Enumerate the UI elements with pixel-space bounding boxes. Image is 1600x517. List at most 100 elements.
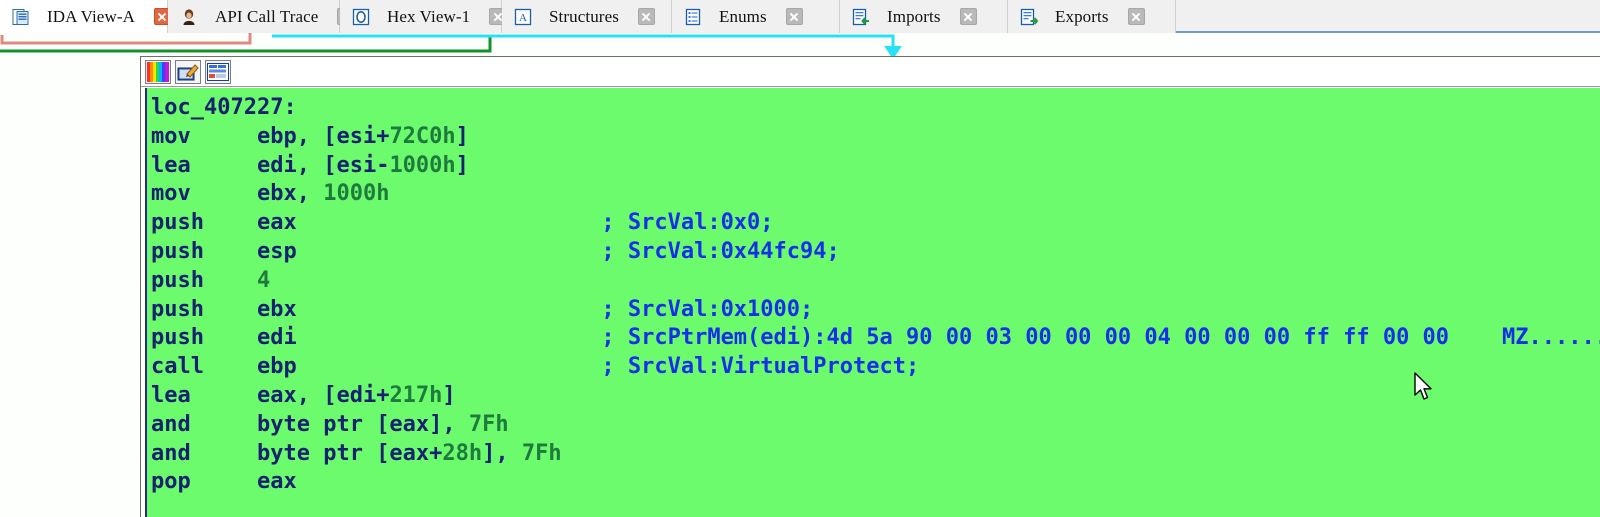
operand-suffix: ] [455,152,469,178]
operand-suffix: ] [455,123,469,149]
tab-label: Imports [887,6,941,26]
disassembly-node[interactable]: loc_407227: mov ebp, [esi+72C0h] lea edi, … [140,56,1600,517]
enums-icon [684,8,702,26]
node-toolbar [141,57,1600,87]
tab-ida-view-a[interactable]: IDA View-A [0,0,171,33]
code-instruction-line[interactable]: mov ebp, [esi+72C0h] [147,123,1600,152]
mnemonic: mov [151,123,191,149]
tab-label: Structures [549,6,619,26]
code-instruction-line[interactable]: push esp ; SrcVal:0x44fc94; [147,238,1600,267]
operand-number: 1000h [323,181,390,207]
comment-gap [297,354,602,379]
tab-exports[interactable]: Exports [1008,0,1176,33]
mnemonic: push [151,296,204,322]
column-gap [191,469,257,494]
api-call-trace-icon [180,8,198,26]
operand: ebp [256,354,297,380]
operand: edi, [esi- [256,152,390,178]
operand: ebx [256,296,297,322]
tab-imports[interactable]: Imports [840,0,1008,33]
view-tabbar: IDA View-A API Call Trace Hex View-1 A Struc… [0,0,1600,33]
code-instruction-line[interactable]: and byte ptr [eax], 7Fh [147,411,1600,440]
operand-number: 72C0h [389,123,456,149]
column-gap [191,383,257,408]
instruction-comment: ; SrcVal:0x0; [601,210,774,236]
tab-structures[interactable]: A Structures [502,0,672,33]
code-instruction-line[interactable]: lea eax, [edi+217h] [147,382,1600,411]
close-icon[interactable] [785,8,803,25]
code-instruction-line[interactable]: push 4 [147,267,1600,296]
column-gap [204,297,257,322]
edit-node-icon[interactable] [175,59,201,84]
instruction-comment: ; SrcPtrMem(edi):4d 5a 90 00 03 00 00 00… [601,325,1600,351]
operand-number: 28h [442,440,483,466]
code-instruction-line[interactable]: mov ebx, 1000h [147,180,1600,209]
operand-suffix: ] [442,382,456,408]
tabbar-empty-area [1176,0,1600,31]
code-instruction-line[interactable]: call ebp ; SrcVal:VirtualProtect; [147,353,1600,382]
operand: eax [256,469,297,495]
code-instruction-line[interactable]: push edi ; SrcPtrMem(edi):4d 5a 90 00 03… [147,324,1600,353]
mnemonic: lea [151,152,191,178]
location-label: loc_407227: [151,95,297,120]
code-instruction-line[interactable]: pop eax [147,468,1600,497]
code-instruction-line[interactable]: push eax ; SrcVal:0x0; [147,209,1600,238]
code-label-line[interactable]: loc_407227: [147,94,1600,123]
svg-text:A: A [519,12,527,24]
hex-view-icon [352,8,370,26]
close-icon[interactable] [1127,8,1145,25]
code-instruction-line[interactable]: lea edi, [esi-1000h] [147,152,1600,181]
mnemonic: pop [151,469,191,495]
code-instruction-line[interactable]: and byte ptr [eax+28h], 7Fh [147,440,1600,469]
operand-number: 4 [256,267,271,293]
imports-icon [852,8,870,26]
comment-gap [297,210,602,235]
mnemonic: push [151,267,204,293]
operand: ebx, [256,181,324,207]
column-gap [204,239,257,264]
operand-number-2: 7Fh [521,440,562,466]
operand-number: 217h [389,382,443,408]
instruction-comment: ; SrcVal:0x1000; [601,296,814,322]
operand: edi [256,325,297,351]
comment-gap [297,325,602,350]
mnemonic: push [151,238,204,264]
ida-view-icon [12,8,30,26]
column-gap [191,181,257,206]
mnemonic: push [151,325,204,351]
close-icon[interactable] [959,8,977,25]
node-options-icon[interactable] [205,59,231,84]
instruction-comment: ; SrcVal:0x44fc94; [601,238,840,264]
tab-label: Exports [1055,6,1109,26]
column-gap [204,210,257,235]
column-gap [191,124,257,149]
tab-label: IDA View-A [47,6,135,26]
column-gap [191,441,257,466]
close-icon[interactable] [637,8,655,25]
mnemonic: lea [151,382,191,408]
edge-red-path [0,33,252,45]
mnemonic: call [151,354,204,380]
instruction-comment: ; SrcVal:VirtualProtect; [601,354,920,380]
comment-gap [297,239,602,264]
disassembly-code[interactable]: loc_407227: mov ebp, [esi+72C0h] lea edi, … [145,88,1600,517]
column-gap [204,325,257,350]
tab-enums[interactable]: Enums [672,0,840,33]
tab-api-call-trace[interactable]: API Call Trace [168,0,355,33]
operand: eax, [edi+ [256,382,390,408]
tab-hex-view-1[interactable]: Hex View-1 [340,0,507,33]
mnemonic: and [151,411,191,437]
operand-number: 1000h [389,152,456,178]
edge-cyan-path [272,34,895,47]
mnemonic: mov [151,181,191,207]
operand: byte ptr [eax], [256,411,469,437]
edge-green-path [0,35,492,53]
mnemonic: and [151,440,191,466]
ida-graph-window: IDA View-A API Call Trace Hex View-1 A Struc… [0,0,1600,517]
operand-number: 7Fh [468,411,509,437]
tab-label: Enums [719,6,767,26]
color-palette-icon[interactable] [145,59,171,84]
code-instruction-line[interactable]: push ebx ; SrcVal:0x1000; [147,296,1600,325]
structures-icon: A [514,8,532,26]
comment-gap [297,297,602,322]
